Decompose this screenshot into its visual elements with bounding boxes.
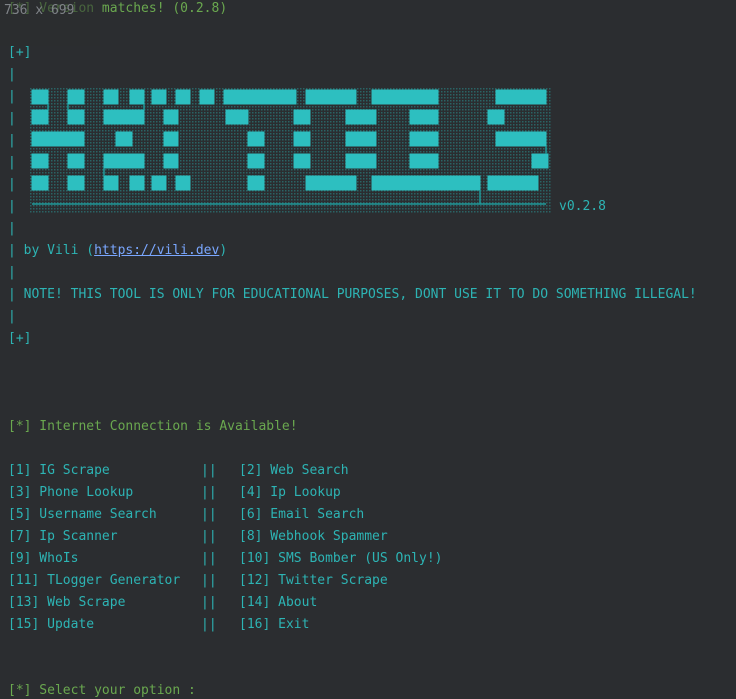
menu-option[interactable]: [10] SMS Bomber (US Only!) [239,551,443,567]
menu-option[interactable]: [9] WhoIs [8,551,78,566]
menu-row: [9] WhoIs || [10] SMS Bomber (US Only!) [8,551,443,567]
banner-pipe: | [8,89,16,104]
menu-row: [15] Update || [16] Exit [8,617,309,633]
size-overlay: 736 x 699 [0,0,100,46]
menu-option[interactable]: [7] Ip Scanner [8,529,118,544]
menu-option[interactable]: [4] Ip Lookup [239,485,341,501]
menu-option[interactable]: [14] About [239,595,317,611]
menu-option[interactable]: [8] Webhook Spammer [239,529,388,545]
menu-option[interactable]: [2] Web Search [239,463,349,479]
banner-version: v0.2.8 [559,199,606,214]
menu-option[interactable]: [13] Web Scrape [8,595,125,610]
menu-option[interactable]: [6] Email Search [239,507,364,523]
author-line: | by Vili (https://vili.dev) [8,243,227,259]
menu-option[interactable]: [15] Update [8,617,94,632]
menu-row: [5] Username Search || [6] Email Search [8,507,364,523]
menu-separator: || [201,551,217,566]
option-prompt[interactable]: [*] Select your option : [8,683,196,699]
menu-option[interactable]: [12] Twitter Scrape [239,573,388,589]
author-link[interactable]: https://vili.dev [94,243,219,258]
banner-pipe: | [8,133,16,148]
menu-option[interactable]: [16] Exit [239,617,309,633]
menu-row: [3] Phone Lookup || [4] Ip Lookup [8,485,341,501]
banner-open-marker: [+] [8,45,32,60]
menu-separator: || [201,529,217,544]
menu-row: [13] Web Scrape || [14] About [8,595,317,611]
banner-close-marker: [+] [8,331,32,346]
menu-option[interactable]: [1] IG Scrape [8,463,110,478]
menu-row: [11] TLogger Generator || [12] Twitter Scr… [8,573,388,589]
ascii-banner-logo [30,88,552,214]
menu-row: [1] IG Scrape || [2] Web Search [8,463,349,479]
banner-pipe: | [8,265,16,280]
banner-pipe: | [8,199,16,214]
disclaimer-note: | NOTE! THIS TOOL IS ONLY FOR EDUCATIONA… [8,287,697,302]
banner-pipe: | [8,221,16,236]
banner-pipe: | [8,177,16,192]
menu-separator: || [201,485,217,500]
menu-option[interactable]: [11] TLogger Generator [8,573,180,588]
menu-separator: || [201,573,217,588]
menu-separator: || [201,507,217,522]
menu-option[interactable]: [3] Phone Lookup [8,485,133,500]
menu-separator: || [201,617,217,632]
author-prefix: | by Vili ( [8,243,95,258]
banner-pipe: | [8,155,16,170]
banner-pipe: | [8,111,16,126]
banner-pipe: | [8,309,16,324]
menu-separator: || [201,595,217,610]
internet-status: [*] Internet Connection is Available! [8,419,298,434]
author-suffix: ) [219,243,228,258]
menu-option[interactable]: [5] Username Search [8,507,157,522]
banner-pipe: | [8,67,16,82]
menu-separator: || [201,463,217,478]
menu-row: [7] Ip Scanner || [8] Webhook Spammer [8,529,388,545]
